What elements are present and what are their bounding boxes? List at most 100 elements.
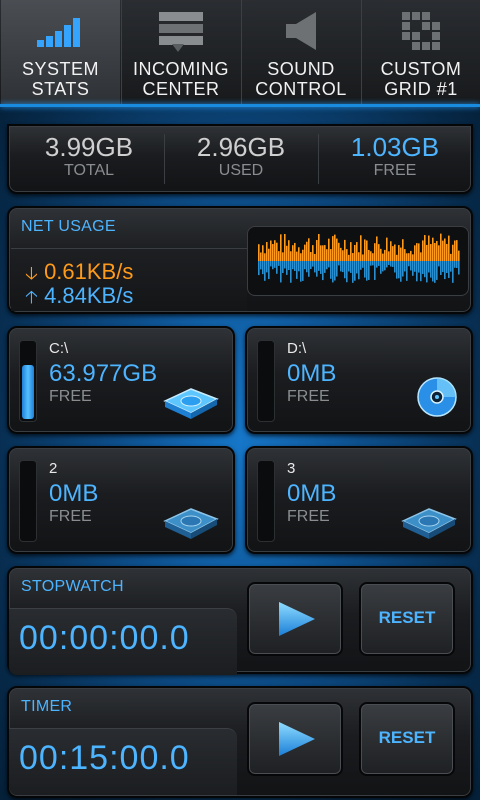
graph-bar-upload (360, 261, 362, 270)
tab-label-line2: CENTER (142, 79, 220, 99)
graph-bar-upload (458, 261, 460, 275)
memory-used-value: 2.96GB (196, 132, 286, 162)
graph-bar-download (300, 253, 302, 261)
graph-bar-upload (290, 261, 292, 283)
drive-usage-bar (19, 340, 37, 422)
drive-panel-d[interactable]: D:\ 0MB FREE (245, 326, 473, 434)
graph-bar-upload (294, 261, 296, 271)
graph-bar-download (388, 251, 390, 261)
graph-bar-download (302, 249, 304, 261)
graph-bar-upload (288, 261, 290, 271)
graph-bar-download (274, 240, 276, 261)
graph-bar-upload (350, 261, 352, 273)
graph-bar-upload (454, 261, 456, 268)
graph-bar-download (422, 240, 424, 261)
drive-free-value: 0MB (287, 480, 337, 507)
graph-bar-download (406, 253, 408, 261)
graph-bar-download (344, 239, 346, 261)
graph-bar-upload (424, 261, 426, 278)
stopwatch-play-button[interactable] (247, 582, 343, 656)
graph-bar-download (340, 247, 342, 261)
graph-bar-download (454, 240, 456, 261)
memory-free-label: FREE (373, 162, 417, 179)
graph-bar-download (338, 242, 340, 261)
graph-bar-upload (346, 261, 348, 283)
graph-bar-download (284, 233, 286, 261)
drive-panel-c[interactable]: C:\ 63.977GB FREE (7, 326, 235, 434)
graph-bar-upload (420, 261, 422, 282)
graph-bar-upload (320, 261, 322, 274)
graph-bar-upload (282, 261, 284, 273)
timer-reset-button[interactable]: RESET (359, 702, 455, 776)
graph-bar-download (436, 241, 438, 261)
memory-free: 1.03GB FREE (320, 132, 470, 179)
hard-drive-icon (399, 501, 459, 544)
graph-bar-download (352, 253, 354, 261)
graph-bar-upload (402, 261, 404, 277)
memory-total-value: 3.99GB (44, 132, 134, 162)
graph-bar-download (312, 245, 314, 261)
graph-bar-download (350, 242, 352, 261)
tab-custom-grid-1[interactable]: CUSTOM GRID #1 (361, 0, 480, 104)
graph-bar-upload (446, 261, 448, 273)
drive-name: C:\ (49, 340, 69, 357)
graph-bar-download (398, 245, 400, 261)
graph-bar-upload (316, 261, 318, 277)
inbox-list-icon (122, 8, 240, 54)
drive-panel-3[interactable]: 3 0MB FREE (245, 446, 473, 554)
graph-bar-upload (392, 261, 394, 267)
graph-bar-download (348, 254, 350, 261)
graph-bar-upload (456, 261, 458, 269)
memory-free-value: 1.03GB (350, 132, 440, 162)
net-usage-panel[interactable]: NET USAGE 🡣 0.61KB/s 🡡 4.84KB/s (7, 206, 473, 314)
graph-bar-download (264, 253, 266, 261)
graph-bar-upload (372, 261, 374, 266)
graph-bar-upload (450, 261, 452, 272)
graph-bar-download (456, 240, 458, 261)
graph-bar-upload (286, 261, 288, 275)
tab-incoming-center[interactable]: INCOMING CENTER (121, 0, 240, 104)
memory-total: 3.99GB TOTAL (15, 132, 163, 179)
timer-play-button[interactable] (247, 702, 343, 776)
graph-bar-upload (258, 261, 260, 276)
net-upload-value: 4.84KB/s (44, 283, 134, 308)
graph-bar-download (442, 240, 444, 261)
graph-bar-download (360, 235, 362, 261)
arrow-down-icon: 🡣 (25, 263, 38, 283)
graph-bar-upload (442, 261, 444, 273)
graph-bar-upload (430, 261, 432, 278)
timer-title: TIMER (21, 698, 73, 715)
graph-bar-download (286, 245, 288, 261)
tab-label-line1: CUSTOM (380, 59, 462, 79)
graph-bar-upload (408, 261, 410, 267)
drive-free-label: FREE (287, 388, 330, 405)
drive-panel-2[interactable]: 2 0MB FREE (7, 446, 235, 554)
graph-bar-upload (452, 261, 454, 283)
memory-used: 2.96GB USED (166, 132, 316, 179)
graph-bar-upload (338, 261, 340, 266)
stopwatch-reset-button[interactable]: RESET (359, 582, 455, 656)
net-usage-title: NET USAGE (21, 218, 116, 235)
graph-bar-upload (384, 261, 386, 271)
graph-bar-upload (262, 261, 264, 275)
graph-bar-upload (304, 261, 306, 270)
graph-bar-upload (276, 261, 278, 274)
graph-bar-upload (356, 261, 358, 274)
memory-panel[interactable]: 3.99GB TOTAL 2.96GB USED 1.03GB FREE (7, 124, 473, 194)
graph-bar-upload (348, 261, 350, 272)
signal-bars-icon (1, 8, 120, 54)
drive-free-value: 63.977GB (49, 360, 158, 387)
drive-free-value: 0MB (287, 360, 337, 387)
graph-bar-upload (362, 261, 364, 268)
graph-bar-upload (426, 261, 428, 283)
graph-bar-download (296, 251, 298, 261)
graph-bar-upload (398, 261, 400, 279)
graph-bar-upload (388, 261, 390, 266)
tab-sound-control[interactable]: SOUND CONTROL (241, 0, 360, 104)
graph-bar-upload (440, 261, 442, 275)
graph-bar-download (418, 243, 420, 261)
graph-bar-download (320, 245, 322, 261)
tab-system-stats[interactable]: SYSTEM STATS (1, 0, 120, 104)
graph-bar-download (394, 244, 396, 261)
graph-bar-upload (326, 261, 328, 270)
